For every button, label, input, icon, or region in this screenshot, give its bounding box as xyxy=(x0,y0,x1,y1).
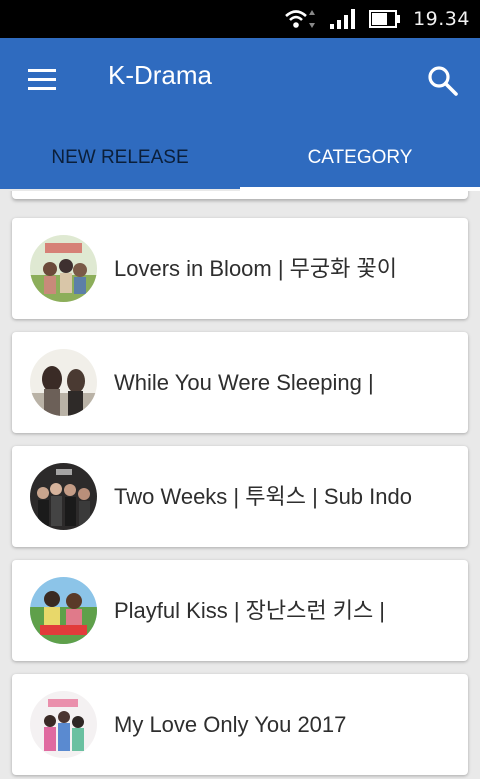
drama-thumbnail xyxy=(30,235,97,302)
drama-title: Lovers in Bloom | 무궁화 꽃이 xyxy=(114,256,397,281)
drama-thumbnail xyxy=(30,349,97,416)
tab-new-release[interactable]: NEW RELEASE xyxy=(0,134,240,182)
drama-title: While You Were Sleeping | xyxy=(114,370,374,395)
search-icon[interactable] xyxy=(426,64,460,98)
clock: 19.34 xyxy=(413,8,470,30)
drama-thumbnail xyxy=(30,691,97,758)
drama-title: My Love Only You 2017 xyxy=(114,712,347,737)
app-title: K-Drama xyxy=(108,60,213,90)
battery-icon xyxy=(369,10,401,28)
menu-icon[interactable] xyxy=(28,69,56,91)
signal-icon xyxy=(330,9,356,29)
list-item-partial[interactable] xyxy=(12,191,468,199)
list-item[interactable]: Lovers in Bloom | 무궁화 꽃이 xyxy=(12,218,468,319)
status-icons: 19.34 xyxy=(283,0,470,38)
status-bar: 19.34 xyxy=(0,0,480,38)
drama-title: Two Weeks | 투윅스 | Sub Indo xyxy=(114,484,412,509)
wifi-icon xyxy=(285,10,316,28)
list-item[interactable]: Two Weeks | 투윅스 | Sub Indo xyxy=(12,446,468,547)
drama-thumbnail xyxy=(30,577,97,644)
drama-thumbnail xyxy=(30,463,97,530)
drama-title: Playful Kiss | 장난스런 키스 | xyxy=(114,598,386,623)
list-item[interactable]: Playful Kiss | 장난스런 키스 | xyxy=(12,560,468,661)
tab-category[interactable]: CATEGORY xyxy=(240,134,480,182)
list-item[interactable]: While You Were Sleeping | xyxy=(12,332,468,433)
list-item[interactable]: My Love Only You 2017 xyxy=(12,674,468,775)
drama-list[interactable]: Lovers in Bloom | 무궁화 꽃이 While You Were … xyxy=(0,191,480,779)
app-bar: K-Drama NEW RELEASE CATEGORY xyxy=(0,38,480,191)
